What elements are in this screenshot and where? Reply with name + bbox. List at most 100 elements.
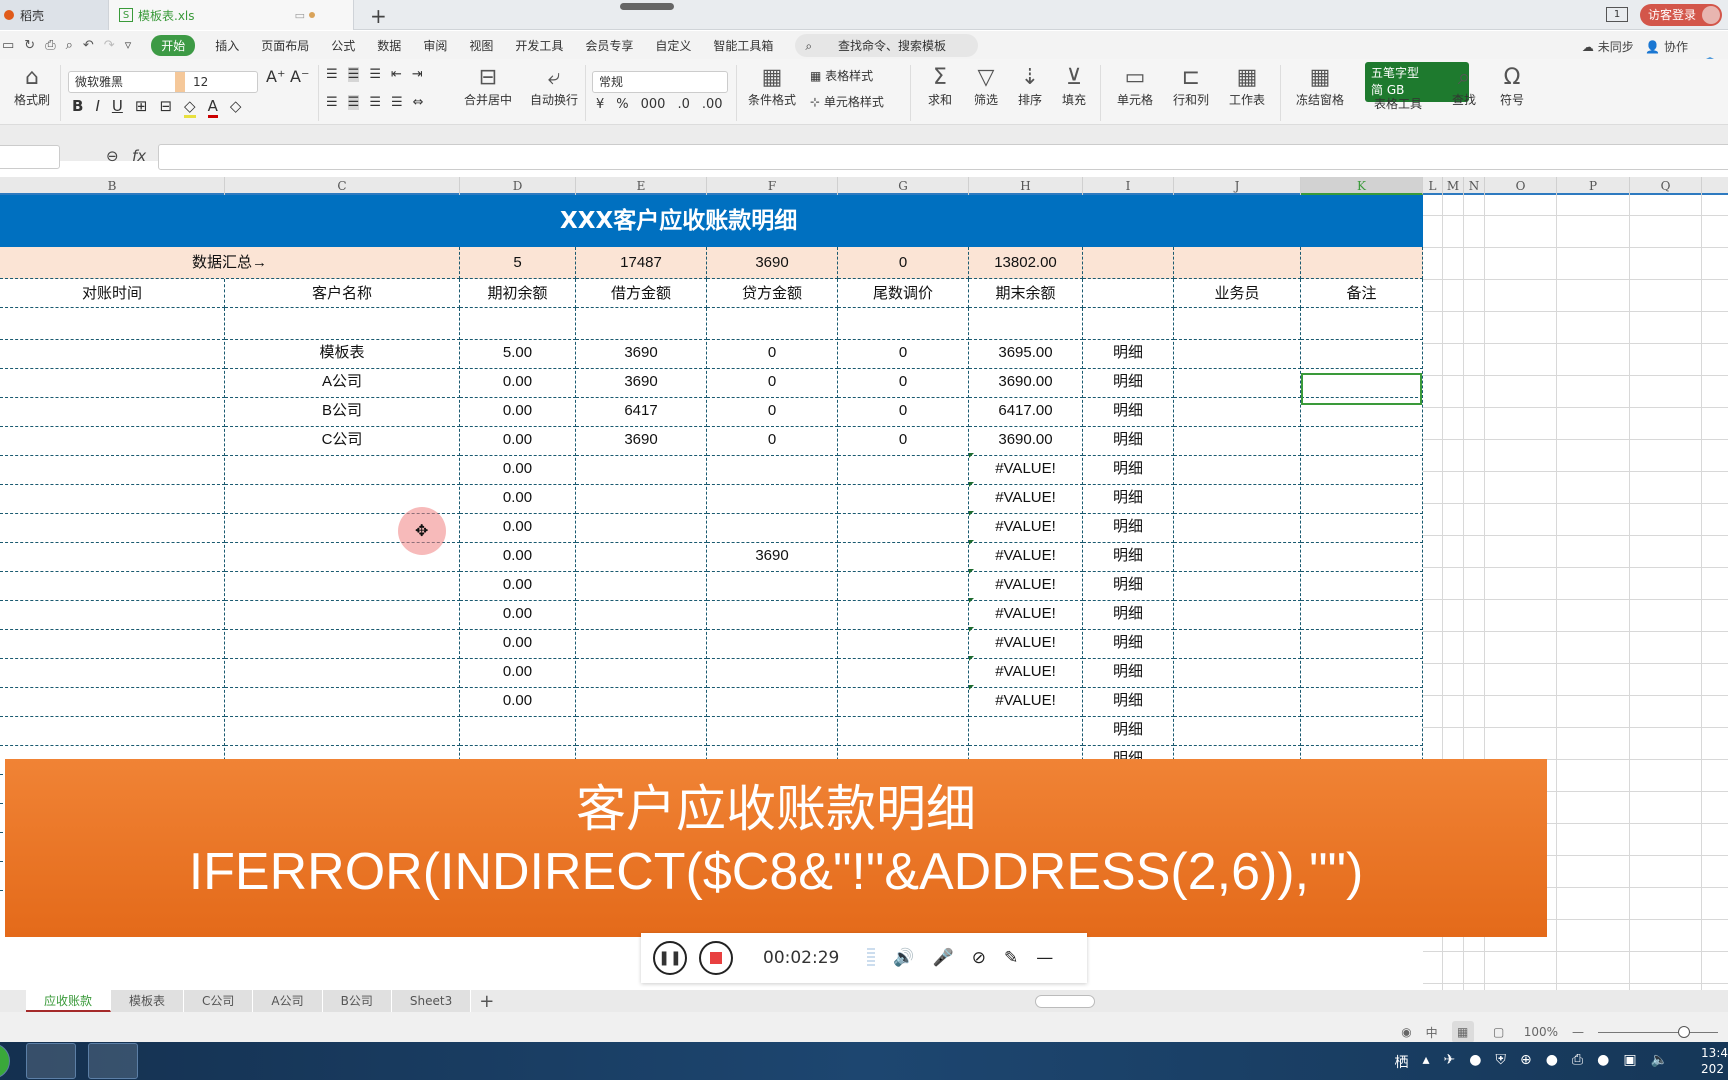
table-cell[interactable] <box>707 482 838 514</box>
thousands-icon[interactable]: 000 <box>641 97 666 112</box>
stop-button[interactable] <box>699 941 733 975</box>
table-cell[interactable] <box>838 656 969 688</box>
table-cell[interactable] <box>576 482 707 514</box>
font-size-select[interactable]: 12 <box>193 72 208 92</box>
summary-cell[interactable]: 17487 <box>576 247 707 279</box>
table-cell[interactable] <box>1301 308 1423 340</box>
table-tools-button[interactable]: 表格工具 <box>1366 95 1430 112</box>
italic-icon[interactable]: I <box>95 97 99 118</box>
header-cell[interactable]: 业务员 <box>1174 279 1301 308</box>
menu-view[interactable]: 视图 <box>469 37 493 54</box>
table-cell[interactable] <box>1174 453 1301 485</box>
add-sheet-button[interactable]: + <box>479 991 494 1012</box>
table-cell[interactable] <box>576 540 707 572</box>
decrease-font-icon[interactable]: A⁻ <box>290 67 309 86</box>
table-cell[interactable]: 明细 <box>1083 627 1174 659</box>
table-cell[interactable]: B公司 <box>225 395 460 427</box>
summary-cell[interactable]: 数据汇总→ <box>0 247 460 279</box>
column-header-n[interactable]: N <box>1464 177 1485 195</box>
zoom-slider-thumb[interactable] <box>1678 1025 1690 1038</box>
menu-formulas[interactable]: 公式 <box>331 37 355 54</box>
bold-icon[interactable]: B <box>72 97 83 118</box>
recorder-taskbar-icon[interactable] <box>88 1043 138 1079</box>
table-cell[interactable]: 5.00 <box>460 337 576 369</box>
column-header-q[interactable]: Q <box>1630 177 1702 195</box>
table-cell[interactable]: 0.00 <box>460 685 576 717</box>
sum-button[interactable]: Σ 求和 <box>920 65 960 108</box>
conditional-format-button[interactable]: ▦ 条件格式 <box>742 65 802 108</box>
zoom-out-icon[interactable]: — <box>1572 1025 1584 1039</box>
table-cell[interactable] <box>838 714 969 746</box>
column-header-o[interactable]: O <box>1485 177 1557 195</box>
table-cell[interactable]: 3695.00 <box>969 337 1083 369</box>
security-icon[interactable]: ⛨ <box>1495 1052 1506 1072</box>
table-cell[interactable]: 明细 <box>1083 714 1174 746</box>
header-cell[interactable]: 备注 <box>1301 279 1423 308</box>
table-cell[interactable]: 明细 <box>1083 598 1174 630</box>
table-cell[interactable] <box>1174 714 1301 746</box>
window-count-button[interactable]: 1 <box>1606 7 1628 22</box>
table-cell[interactable] <box>1174 627 1301 659</box>
cell-style-button[interactable]: ⊹ 单元格样式 <box>810 93 884 110</box>
table-cell[interactable]: 明细 <box>1083 366 1174 398</box>
table-cell[interactable] <box>0 714 225 746</box>
tab-home[interactable]: 稻壳 <box>0 0 108 30</box>
column-header-k[interactable]: K <box>1301 177 1423 195</box>
menu-home[interactable]: 开始 <box>151 34 196 56</box>
table-cell[interactable] <box>838 569 969 601</box>
table-cell[interactable]: 明细 <box>1083 511 1174 543</box>
selected-cell[interactable] <box>1301 373 1422 405</box>
wps-taskbar-icon[interactable] <box>26 1043 76 1079</box>
table-cell[interactable] <box>225 598 460 630</box>
table-cell[interactable] <box>1301 685 1423 717</box>
table-cell[interactable]: 0.00 <box>460 482 576 514</box>
table-cell[interactable] <box>225 685 460 717</box>
table-cell[interactable]: 0 <box>838 395 969 427</box>
clear-format-icon[interactable]: ◇ <box>230 97 242 118</box>
collab-label[interactable]: 协作 <box>1664 40 1688 54</box>
summary-cell[interactable]: 3690 <box>707 247 838 279</box>
align-middle-icon[interactable]: ☰ <box>347 67 360 82</box>
header-cell[interactable]: 尾数调价 <box>838 279 969 308</box>
table-cell[interactable] <box>707 627 838 659</box>
chevron-down-icon[interactable] <box>175 72 185 92</box>
sync-status[interactable]: ☁ 未同步 👤 协作 <box>1582 38 1688 55</box>
menu-developer[interactable]: 开发工具 <box>515 37 563 54</box>
table-cell[interactable]: 0.00 <box>460 453 576 485</box>
table-style-button[interactable]: ▦ 表格样式 <box>810 67 873 84</box>
table-cell[interactable] <box>0 569 225 601</box>
app-tray-icon[interactable]: ✈ <box>1444 1052 1456 1072</box>
column-header-m[interactable]: M <box>1443 177 1464 195</box>
table-cell[interactable] <box>0 308 225 340</box>
printer-icon[interactable]: ⎙ <box>1572 1052 1583 1072</box>
start-button[interactable] <box>0 1043 10 1079</box>
pen-icon[interactable]: ✎ <box>1004 948 1018 968</box>
print-icon[interactable]: ⎙ <box>45 38 55 53</box>
eye-protection-icon[interactable]: ◉ <box>1401 1025 1411 1039</box>
table-cell[interactable] <box>1174 511 1301 543</box>
fx-icon[interactable]: fx <box>132 147 146 165</box>
align-left-icon[interactable]: ☰ <box>326 95 338 110</box>
table-cell[interactable] <box>225 714 460 746</box>
table-cell[interactable]: 6417.00 <box>969 395 1083 427</box>
table-cell[interactable]: 6417 <box>576 395 707 427</box>
zoom-level[interactable]: 100% <box>1524 1025 1558 1039</box>
font-name-select[interactable]: 微软雅黑 12 <box>68 71 258 93</box>
table-cell[interactable] <box>838 685 969 717</box>
table-cell[interactable] <box>1301 540 1423 572</box>
header-cell[interactable]: 客户名称 <box>225 279 460 308</box>
table-cell[interactable] <box>1301 424 1423 456</box>
table-cell[interactable] <box>1301 511 1423 543</box>
table-cell[interactable] <box>838 453 969 485</box>
tab-file[interactable]: S 模板表.xls ▭ <box>108 0 354 30</box>
table-cell[interactable] <box>0 540 225 572</box>
table-cell[interactable]: 明细 <box>1083 395 1174 427</box>
distributed-icon[interactable]: ⇔ <box>413 95 424 110</box>
justify-icon[interactable]: ☰ <box>391 95 403 110</box>
guest-login-button[interactable]: 访客登录 <box>1639 4 1722 26</box>
table-cell[interactable] <box>576 685 707 717</box>
normal-view-icon[interactable]: ▦ <box>1451 1021 1474 1043</box>
table-cell[interactable] <box>1174 685 1301 717</box>
undo-icon[interactable]: ↶ <box>83 38 94 53</box>
menu-data[interactable]: 数据 <box>377 37 401 54</box>
